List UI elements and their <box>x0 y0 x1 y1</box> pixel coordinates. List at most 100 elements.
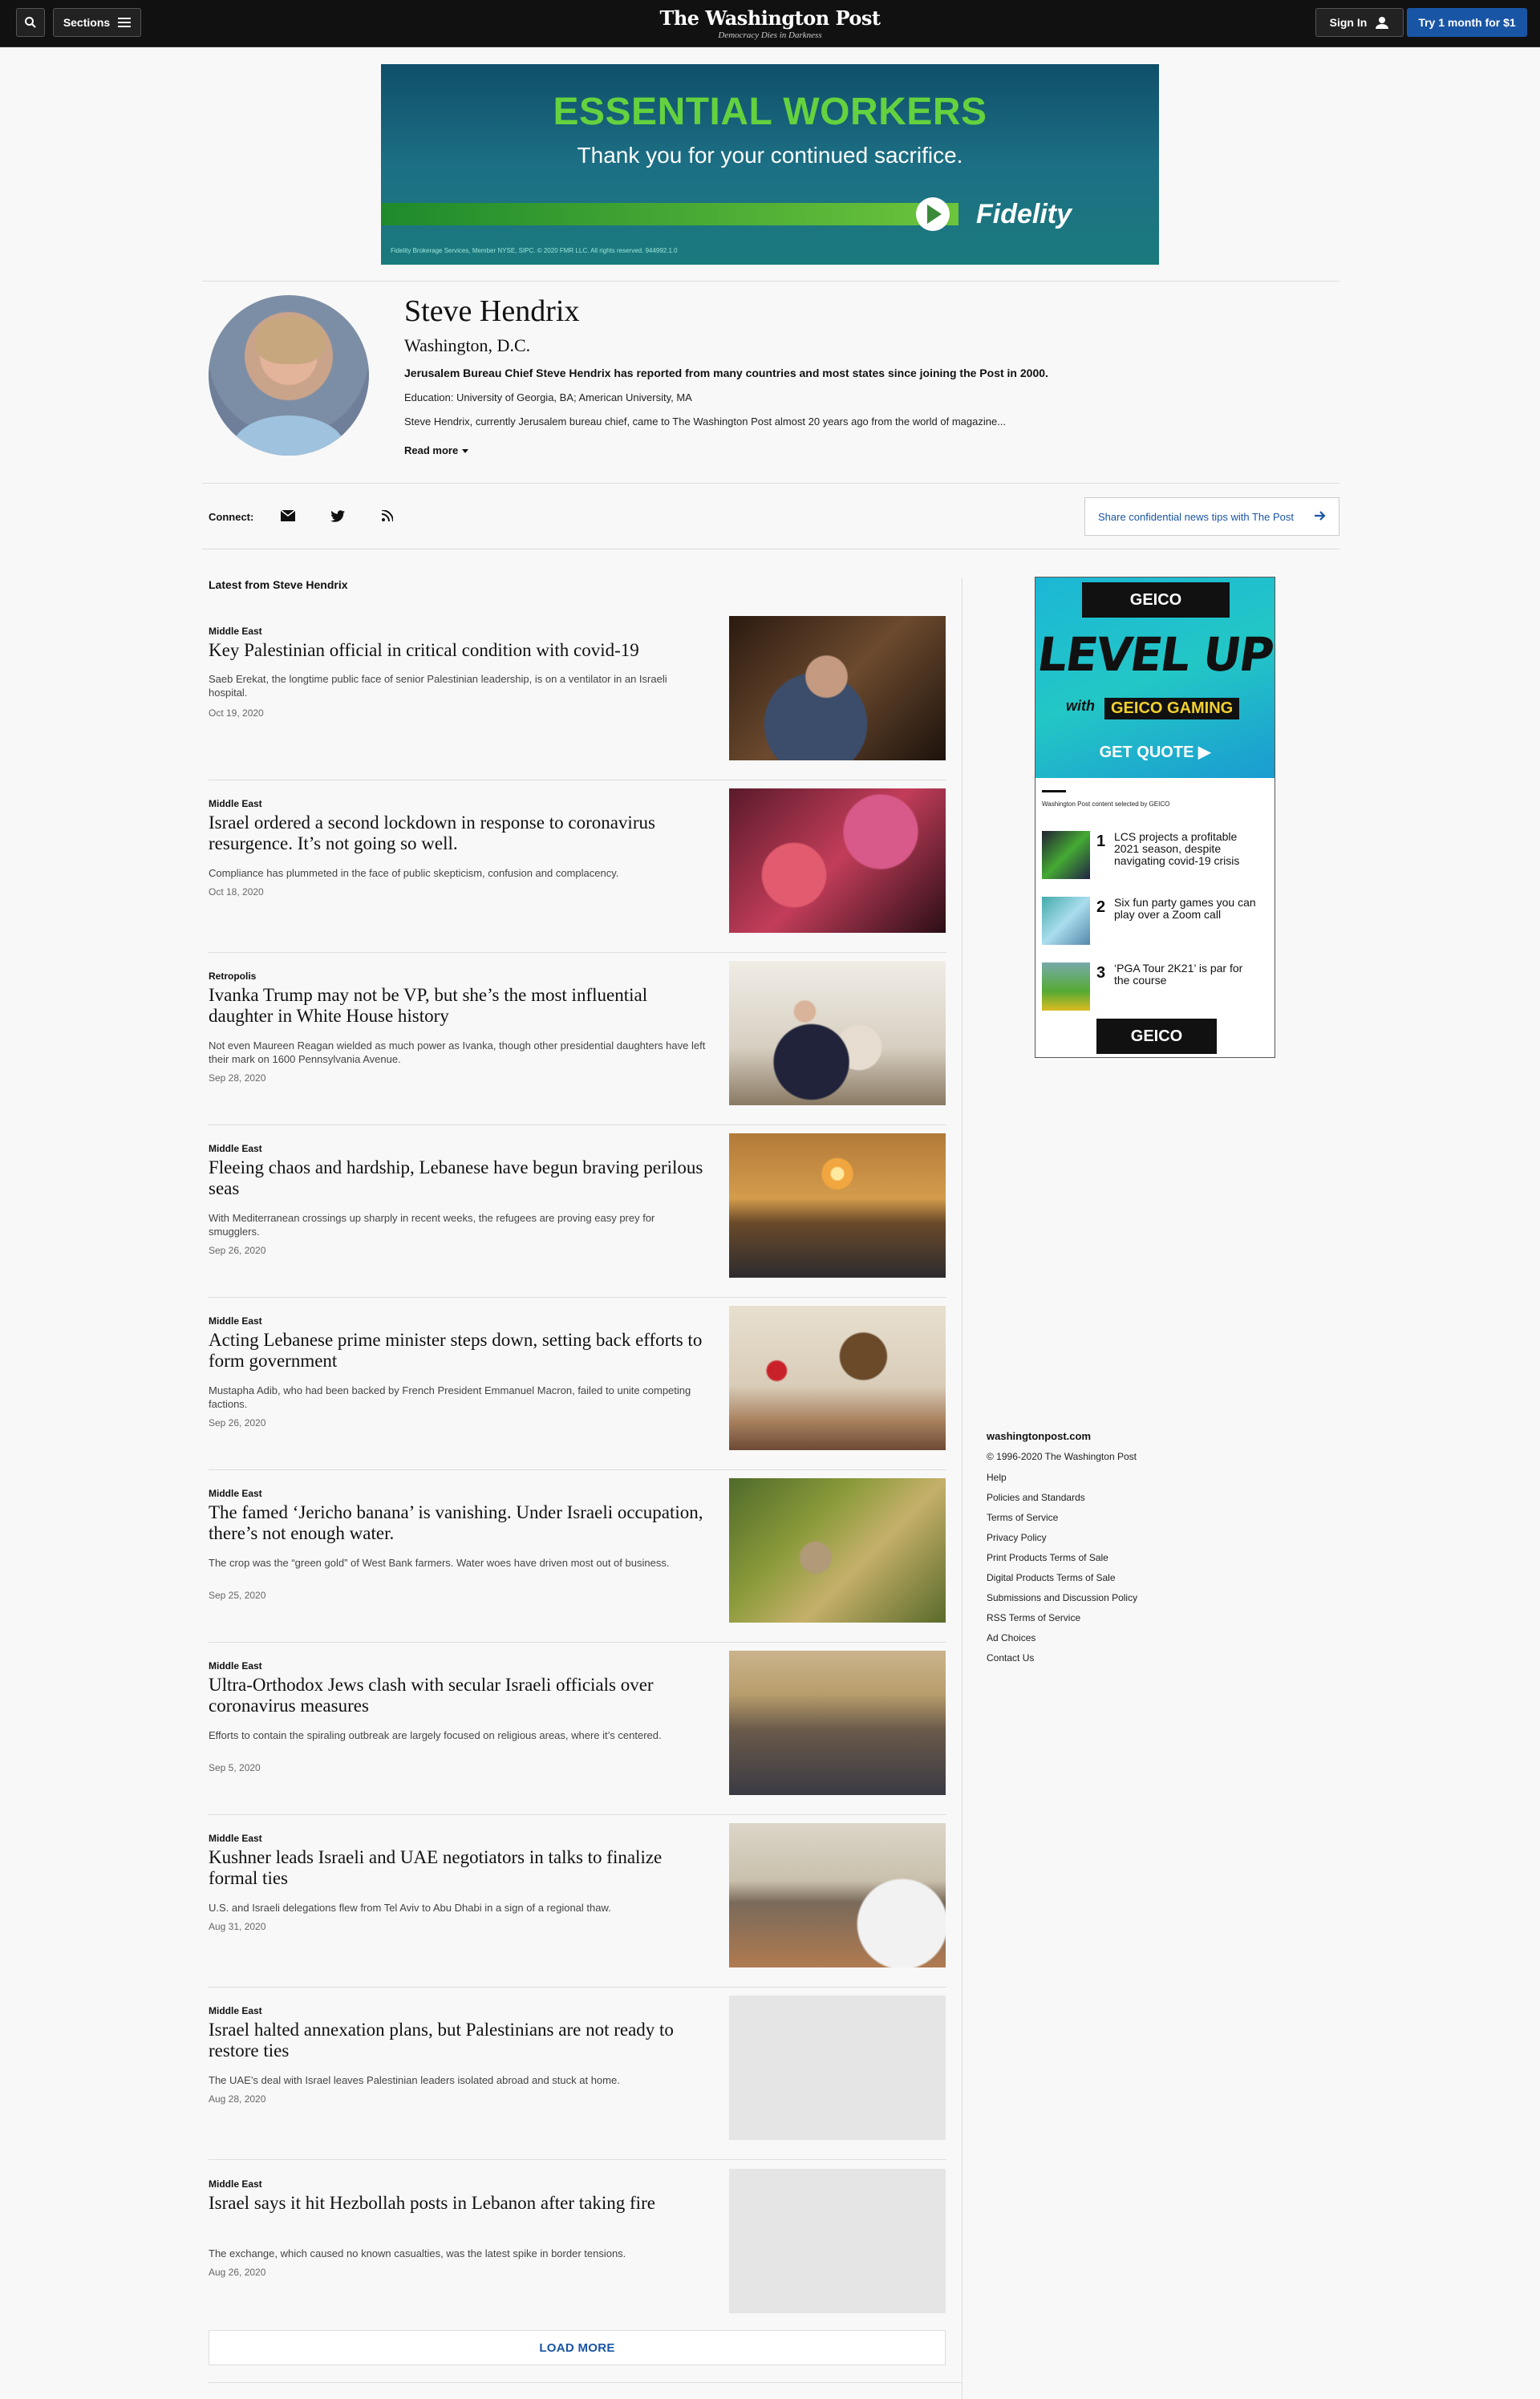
footer-link-digital-terms[interactable]: Digital Products Terms of Sale <box>987 1568 1137 1588</box>
article-date: Sep 25, 2020 <box>209 1590 266 1601</box>
article-kicker[interactable]: Middle East <box>209 798 262 809</box>
subscribe-button[interactable]: Try 1 month for $1 <box>1407 8 1527 37</box>
article-kicker[interactable]: Middle East <box>209 2178 262 2190</box>
footer-link-print-terms[interactable]: Print Products Terms of Sale <box>987 1548 1137 1568</box>
ad-banner[interactable]: GEICO LEVEL UP with GEICO GAMING GET QUO… <box>1035 577 1275 778</box>
ad-subline: Thank you for your continued sacrifice. <box>577 143 963 168</box>
latest-section-heading: Latest from Steve Hendrix <box>209 578 348 591</box>
read-more-button[interactable]: Read more <box>404 444 469 456</box>
article-card[interactable]: Middle East Israel ordered a second lock… <box>209 788 946 971</box>
geico-logo-text: GEICO <box>1130 1027 1183 1045</box>
article-card[interactable]: Middle East The famed ‘Jericho banana’ i… <box>209 1478 946 1660</box>
article-title[interactable]: Israel says it hit Hezbollah posts in Le… <box>209 2193 706 2214</box>
article-blurb: The exchange, which caused no known casu… <box>209 2247 626 2259</box>
article-kicker[interactable]: Middle East <box>209 1143 262 1154</box>
article-title[interactable]: The famed ‘Jericho banana’ is vanishing.… <box>209 1502 706 1544</box>
article-card[interactable]: Middle East Kushner leads Israeli and UA… <box>209 1823 946 2005</box>
article-kicker[interactable]: Retropolis <box>209 971 256 982</box>
sidebar-advertisement[interactable]: GEICO LEVEL UP with GEICO GAMING GET QUO… <box>1035 577 1275 1058</box>
brand-tagline: Democracy Dies in Darkness <box>718 30 822 40</box>
article-title[interactable]: Ivanka Trump may not be VP, but she’s th… <box>209 985 706 1027</box>
article-image[interactable] <box>729 1133 946 1278</box>
article-card[interactable]: Middle East Ultra-Orthodox Jews clash wi… <box>209 1651 946 1833</box>
geico-gaming-logo: GEICO <box>1082 582 1230 618</box>
article-kicker[interactable]: Middle East <box>209 1315 262 1327</box>
article-blurb: The crop was the “green gold” of West Ba… <box>209 1557 670 1569</box>
ad-list-item[interactable]: 1 LCS projects a profitable 2021 season,… <box>1042 831 1268 882</box>
article-kicker[interactable]: Middle East <box>209 1488 262 1499</box>
footer-link-privacy[interactable]: Privacy Policy <box>987 1528 1137 1548</box>
top-advertisement[interactable]: ESSENTIAL WORKERS Thank you for your con… <box>381 64 1159 265</box>
article-date: Sep 28, 2020 <box>209 1072 266 1084</box>
article-card[interactable]: Middle East Fleeing chaos and hardship, … <box>209 1133 946 1315</box>
article-image[interactable] <box>729 616 946 760</box>
article-card[interactable]: Retropolis Ivanka Trump may not be VP, b… <box>209 961 946 1143</box>
article-card[interactable]: Middle East Israel says it hit Hezbollah… <box>209 2169 946 2351</box>
share-news-tips-label: Share confidential news tips with The Po… <box>1098 510 1295 523</box>
email-icon[interactable] <box>279 507 297 525</box>
article-image[interactable] <box>729 1306 946 1450</box>
hamburger-icon <box>118 18 132 27</box>
article-image[interactable] <box>729 1823 946 1967</box>
load-more-button[interactable]: LOAD MORE <box>209 2330 946 2365</box>
sections-button[interactable]: Sections <box>53 8 141 37</box>
footer-link-submissions[interactable]: Submissions and Discussion Policy <box>987 1588 1137 1608</box>
footer-links: washingtonpost.com © 1996-2020 The Washi… <box>987 1430 1137 1668</box>
article-image[interactable] <box>729 788 946 933</box>
rss-icon[interactable] <box>379 507 396 525</box>
ad-fine-print: Fidelity Brokerage Services, Member NYSE… <box>391 247 678 254</box>
article-title[interactable]: Kushner leads Israeli and UAE negotiator… <box>209 1847 706 1889</box>
ad-item-thumbnail <box>1042 831 1090 879</box>
article-blurb: With Mediterranean crossings up sharply … <box>209 1212 655 1238</box>
article-date: Aug 28, 2020 <box>209 2093 266 2105</box>
ad-item-text[interactable]: LCS projects a profitable 2021 season, d… <box>1114 831 1258 867</box>
article-card[interactable]: Middle East Israel halted annexation pla… <box>209 1996 946 2178</box>
article-image[interactable] <box>729 1651 946 1795</box>
article-image[interactable] <box>729 1478 946 1623</box>
footer-link-policies[interactable]: Policies and Standards <box>987 1488 1137 1508</box>
article-blurb: Mustapha Adib, who had been backed by Fr… <box>209 1384 691 1410</box>
footer-link-contact[interactable]: Contact Us <box>987 1648 1137 1668</box>
ad-item-number: 3 <box>1096 964 1106 982</box>
footer-link-terms[interactable]: Terms of Service <box>987 1508 1137 1528</box>
article-title[interactable]: Acting Lebanese prime minister steps dow… <box>209 1330 706 1372</box>
article-image-placeholder[interactable] <box>729 1996 946 2140</box>
article-kicker[interactable]: Middle East <box>209 1833 262 1844</box>
article-date: Sep 26, 2020 <box>209 1245 266 1256</box>
divider <box>209 1814 946 1815</box>
sign-in-button[interactable]: Sign In <box>1315 8 1404 37</box>
brand-logo[interactable]: The Washington Post Democracy Dies in Da… <box>610 6 930 40</box>
article-image-placeholder[interactable] <box>729 2169 946 2313</box>
footer-link-help[interactable]: Help <box>987 1468 1137 1488</box>
divider <box>209 2159 946 2160</box>
ad-item-number: 2 <box>1096 898 1106 916</box>
footer-link-ad-choices[interactable]: Ad Choices <box>987 1628 1137 1648</box>
article-kicker[interactable]: Middle East <box>209 2005 262 2016</box>
article-card[interactable]: Middle East Acting Lebanese prime minist… <box>209 1306 946 1488</box>
article-title[interactable]: Ultra-Orthodox Jews clash with secular I… <box>209 1675 706 1716</box>
article-title[interactable]: Fleeing chaos and hardship, Lebanese hav… <box>209 1157 706 1199</box>
twitter-icon[interactable] <box>329 507 346 525</box>
article-blurb: Efforts to contain the spiraling outbrea… <box>209 1729 662 1741</box>
article-kicker[interactable]: Middle East <box>209 626 262 637</box>
article-image[interactable] <box>729 961 946 1105</box>
article-title[interactable]: Israel ordered a second lockdown in resp… <box>209 812 706 854</box>
article-title[interactable]: Key Palestinian official in critical con… <box>209 640 706 661</box>
divider <box>209 2382 962 2383</box>
ad-item-text[interactable]: ‘PGA Tour 2K21’ is par for the course <box>1114 962 1258 987</box>
ad-list-item[interactable]: 3 ‘PGA Tour 2K21’ is par for the course <box>1042 962 1268 1014</box>
article-card[interactable]: Middle East Key Palestinian official in … <box>209 616 946 798</box>
share-news-tips-link[interactable]: Share confidential news tips with The Po… <box>1084 497 1339 536</box>
footer-site-name[interactable]: washingtonpost.com <box>987 1430 1137 1442</box>
ad-list-item[interactable]: 2 Six fun party games you can play over … <box>1042 897 1268 948</box>
footer-link-rss-terms[interactable]: RSS Terms of Service <box>987 1608 1137 1628</box>
author-bio: Jerusalem Bureau Chief Steve Hendrix has… <box>404 367 1048 379</box>
article-blurb: U.S. and Israeli delegations flew from T… <box>209 1902 611 1914</box>
ad-item-text[interactable]: Six fun party games you can play over a … <box>1114 897 1258 921</box>
article-date: Sep 26, 2020 <box>209 1417 266 1428</box>
article-title[interactable]: Israel halted annexation plans, but Pale… <box>209 2020 706 2061</box>
article-kicker[interactable]: Middle East <box>209 1660 262 1672</box>
get-quote-button[interactable]: GET QUOTE ▶ <box>1035 742 1275 762</box>
ad-item-thumbnail <box>1042 962 1090 1011</box>
search-button[interactable] <box>16 8 45 37</box>
